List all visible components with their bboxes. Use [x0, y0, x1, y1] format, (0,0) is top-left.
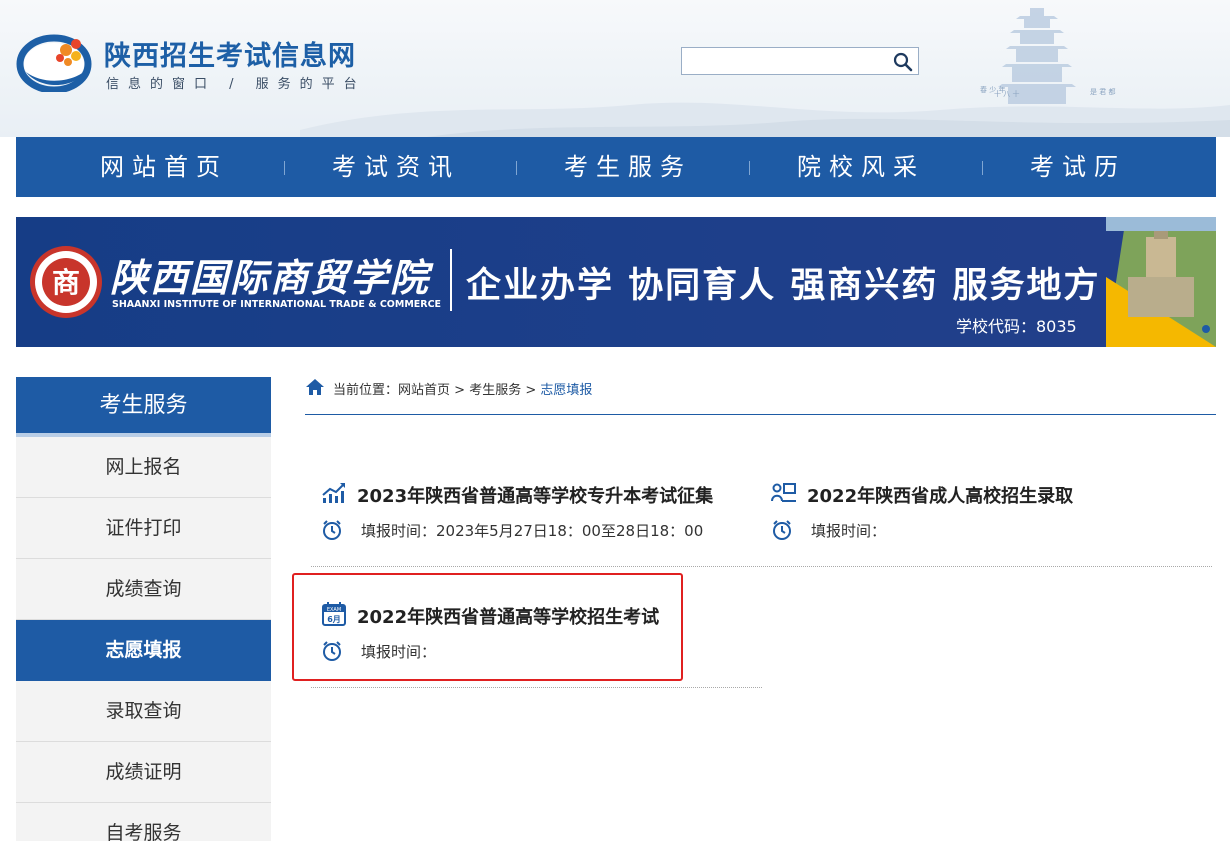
site-slogan: 信息的窗口 / 服务的平台	[106, 77, 366, 92]
banner-slogan: 企业办学 协同育人 强商兴药 服务地方	[466, 265, 1101, 306]
nav-item-exam-news[interactable]: 考试资讯	[332, 137, 460, 197]
sidebar: 考生服务 网上报名 证件打印 成绩查询 志愿填报 录取查询 成绩证明 自考服务	[16, 377, 271, 841]
site-header: 春 少 年 十 八 十 是 君 都 陕西招生考试信息网 信息的窗口 / 服务的平…	[0, 0, 1230, 137]
emblem-char: 商	[52, 266, 80, 299]
nav-divider	[982, 161, 983, 175]
nav-divider	[749, 161, 750, 175]
breadcrumb-prefix: 当前位置：	[333, 383, 399, 398]
advert-banner[interactable]: 商 陕西国际商贸学院 SHAANXI INSTITUTE OF INTERNAT…	[16, 217, 1216, 347]
breadcrumb-path: 当前位置：网站首页 > 考生服务 > 志愿填报	[333, 379, 592, 398]
people-board-icon	[771, 483, 796, 502]
svg-text:十 八 十: 十 八 十	[994, 89, 1019, 98]
main-nav: 网站首页 考试资讯 考生服务 院校风采 考试历	[16, 137, 1216, 197]
search-input[interactable]	[682, 48, 882, 74]
nav-item-colleges[interactable]: 院校风采	[797, 137, 925, 197]
alarm-clock-icon	[773, 520, 791, 540]
breadcrumb-separator: >	[525, 383, 537, 398]
nav-item-exam-calendar[interactable]: 考试历	[1030, 137, 1126, 197]
campus-photo	[1106, 217, 1216, 347]
home-icon	[306, 379, 324, 395]
banner-divider	[450, 249, 452, 311]
search-icon[interactable]	[892, 51, 914, 73]
card-time: 填报时间：	[811, 522, 887, 540]
sidebar-item-application-filling[interactable]: 志愿填报	[16, 620, 271, 681]
sidebar-item-self-study-exam[interactable]: 自考服务	[16, 803, 271, 841]
breadcrumb-current: 志愿填报	[540, 383, 593, 398]
breadcrumb-home-link[interactable]: 网站首页	[398, 383, 450, 398]
svg-text:是 君 都: 是 君 都	[1090, 88, 1115, 96]
list-item[interactable]: 2023年陕西省普通高等学校专升本考试征集 填报时间：2023年5月27日18：…	[311, 446, 762, 567]
list-item[interactable]: 2022年陕西省成人高校招生录取 填报时间：	[761, 446, 1212, 567]
sidebar-item-score-query[interactable]: 成绩查询	[16, 559, 271, 620]
card-title[interactable]: 2023年陕西省普通高等学校专升本考试征集	[357, 482, 713, 508]
banner-school-name-en: SHAANXI INSTITUTE OF INTERNATIONAL TRADE…	[112, 299, 442, 310]
site-title: 陕西招生考试信息网	[104, 41, 356, 72]
selection-highlight	[292, 573, 683, 681]
sidebar-item-score-certificate[interactable]: 成绩证明	[16, 742, 271, 803]
breadcrumb-separator: >	[454, 383, 466, 398]
breadcrumb: 当前位置：网站首页 > 考生服务 > 志愿填报	[305, 376, 1216, 415]
breadcrumb-section-link[interactable]: 考生服务	[469, 383, 521, 398]
alarm-clock-icon	[323, 520, 341, 540]
banner-school-name: 陕西国际商贸学院	[110, 255, 431, 300]
nav-item-student-services[interactable]: 考生服务	[564, 137, 692, 197]
site-logo-icon	[16, 34, 92, 92]
school-emblem-icon: 商	[30, 246, 102, 318]
chart-up-icon	[322, 483, 345, 503]
banner-school-code: 学校代码：8035	[956, 317, 1077, 336]
search-box	[681, 47, 919, 75]
nav-item-home[interactable]: 网站首页	[100, 137, 228, 197]
nav-divider	[284, 161, 285, 175]
sidebar-title: 考生服务	[16, 377, 271, 437]
sidebar-item-admission-query[interactable]: 录取查询	[16, 681, 271, 742]
card-time: 填报时间：2023年5月27日18：00至28日18：00	[361, 522, 704, 540]
card-title[interactable]: 2022年陕西省成人高校招生录取	[807, 482, 1073, 508]
sidebar-item-id-print[interactable]: 证件打印	[16, 498, 271, 559]
nav-divider	[516, 161, 517, 175]
pagoda-illustration: 春 少 年 十 八 十 是 君 都	[980, 8, 1115, 104]
sidebar-item-online-registration[interactable]: 网上报名	[16, 437, 271, 498]
